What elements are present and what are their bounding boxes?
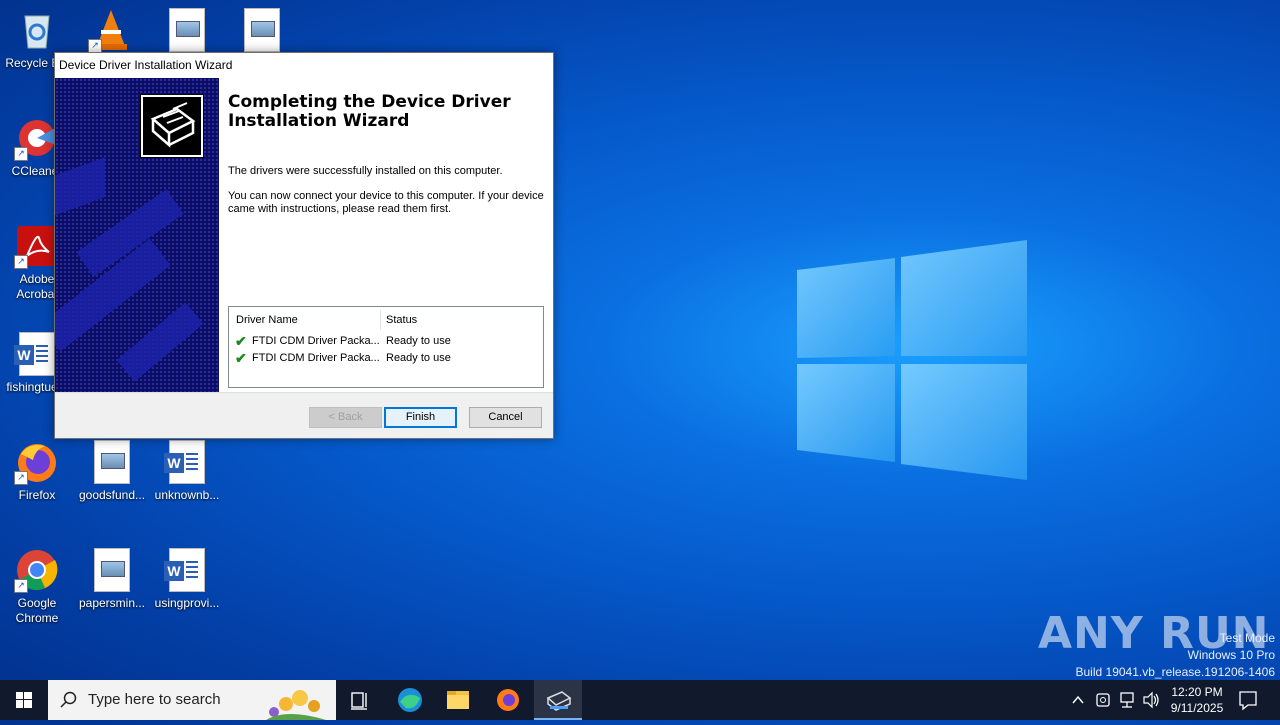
taskbar-firefox[interactable] (484, 680, 532, 720)
desktop-icon-goodsfund[interactable]: goodsfund... (75, 440, 149, 503)
dialog-title: Device Driver Installation Wizard (55, 53, 553, 78)
taskbar-edge[interactable] (386, 680, 434, 720)
shortcut-arrow-icon: ↗ (88, 39, 102, 53)
tray-network-button[interactable] (1117, 680, 1137, 720)
driver-name: FTDI CDM Driver Packa... (252, 335, 380, 347)
search-highlight-flowers-icon (266, 690, 326, 720)
finish-button[interactable]: Finish (384, 407, 457, 428)
chevron-up-icon (1072, 695, 1084, 704)
driver-name: FTDI CDM Driver Packa... (252, 352, 380, 364)
show-hidden-icons-button[interactable] (1068, 680, 1088, 720)
shortcut-arrow-icon: ↗ (14, 147, 28, 161)
shortcut-arrow-icon: ↗ (14, 471, 28, 485)
edge-icon (398, 688, 422, 712)
start-button[interactable] (0, 680, 48, 720)
table-header: Driver Name Status (229, 307, 543, 332)
checkmark-icon: ✔ (235, 350, 247, 366)
search-placeholder: Type here to search (88, 691, 221, 708)
desktop-icon-vlc[interactable]: ↗ (74, 8, 148, 56)
clock[interactable]: 12:20 PM 9/11/2025 (1164, 680, 1230, 724)
success-message: The drivers were successfully installed … (228, 165, 503, 177)
task-view-button[interactable] (336, 680, 384, 720)
driver-installer-icon (546, 691, 572, 711)
desktop-icon-image-1[interactable] (150, 8, 224, 56)
desktop-icon-image-2[interactable] (225, 8, 299, 56)
desktop-icon-label: goodsfund... (78, 488, 146, 502)
wizard-content: Completing the Device Driver Installatio… (55, 78, 553, 392)
usb-driver-icon (140, 94, 204, 158)
action-center-button[interactable] (1234, 680, 1262, 720)
tray-camera-button[interactable] (1093, 680, 1113, 720)
watermark-line3: Build 19041.vb_release.191206-1406 (1075, 665, 1276, 679)
wizard-banner (55, 78, 219, 392)
task-view-icon (351, 692, 367, 710)
image-file-icon (94, 440, 130, 484)
test-mode-watermark: Test Mode Windows 10 Pro Build 19041.vb_… (1076, 630, 1276, 681)
desktop-icon-chrome[interactable]: ↗ Google Chrome (0, 548, 74, 626)
desktop-icon-label: usingprovi... (154, 596, 220, 610)
desktop-icon-label: Google Chrome (15, 596, 59, 625)
word-doc-icon: W (164, 548, 205, 592)
cancel-button[interactable]: Cancel (469, 407, 542, 428)
folder-icon (447, 691, 469, 709)
wizard-footer: < Back Finish Cancel (55, 392, 553, 439)
word-doc-icon: W (14, 332, 55, 376)
watermark-line1: Test Mode (1219, 631, 1275, 645)
windows-start-icon (16, 692, 32, 708)
table-row[interactable]: ✔ FTDI CDM Driver Packa... Ready to use (229, 350, 543, 367)
driver-wizard-dialog: Device Driver Installation Wizard Comple… (54, 52, 554, 439)
tray-volume-button[interactable] (1141, 680, 1161, 720)
table-row[interactable]: ✔ FTDI CDM Driver Packa... Ready to use (229, 333, 543, 350)
taskbar: Type here to search 12:20 PM 9/11/2025 (0, 680, 1280, 720)
shortcut-arrow-icon: ↗ (14, 579, 28, 593)
desktop-icon-label: papersmin... (78, 596, 146, 610)
desktop-icon-label: unknownb... (154, 488, 220, 502)
taskbar-driver-wizard[interactable] (534, 680, 582, 720)
wizard-heading: Completing the Device Driver Installatio… (228, 92, 511, 131)
device-icon (1096, 693, 1110, 707)
windows-logo-wallpaper (797, 240, 1027, 480)
desktop-icon-unknownb[interactable]: W unknownb... (150, 440, 224, 503)
word-doc-icon: W (164, 440, 205, 484)
image-file-icon (94, 548, 130, 592)
image-file-icon (244, 8, 280, 52)
column-header-status[interactable]: Status (386, 307, 417, 333)
desktop-icon-label: Firefox (18, 488, 56, 502)
driver-status: Ready to use (386, 335, 451, 347)
driver-status: Ready to use (386, 352, 451, 364)
driver-list-table: Driver Name Status ✔ FTDI CDM Driver Pac… (228, 306, 544, 388)
network-icon (1120, 692, 1134, 708)
clock-time: 12:20 PM (1171, 685, 1223, 699)
back-button[interactable]: < Back (309, 407, 382, 428)
instructions-message: You can now connect your device to this … (228, 190, 544, 215)
clock-date: 9/11/2025 (1170, 701, 1224, 715)
search-icon (60, 691, 77, 708)
notification-icon (1239, 691, 1257, 711)
recycle-bin-icon (24, 15, 50, 49)
watermark-line2: Windows 10 Pro (1187, 648, 1275, 662)
desktop-icon-firefox[interactable]: ↗ Firefox (0, 440, 74, 503)
column-header-driver-name[interactable]: Driver Name (236, 307, 298, 333)
desktop-icon-usingprovi[interactable]: W usingprovi... (150, 548, 224, 611)
taskbar-file-explorer[interactable] (434, 680, 482, 720)
desktop-icon-papersmin[interactable]: papersmin... (75, 548, 149, 611)
image-file-icon (169, 8, 205, 52)
taskbar-search-box[interactable]: Type here to search (48, 680, 336, 720)
checkmark-icon: ✔ (235, 333, 247, 349)
shortcut-arrow-icon: ↗ (14, 255, 28, 269)
firefox-icon (497, 689, 519, 711)
speaker-icon (1143, 691, 1159, 709)
